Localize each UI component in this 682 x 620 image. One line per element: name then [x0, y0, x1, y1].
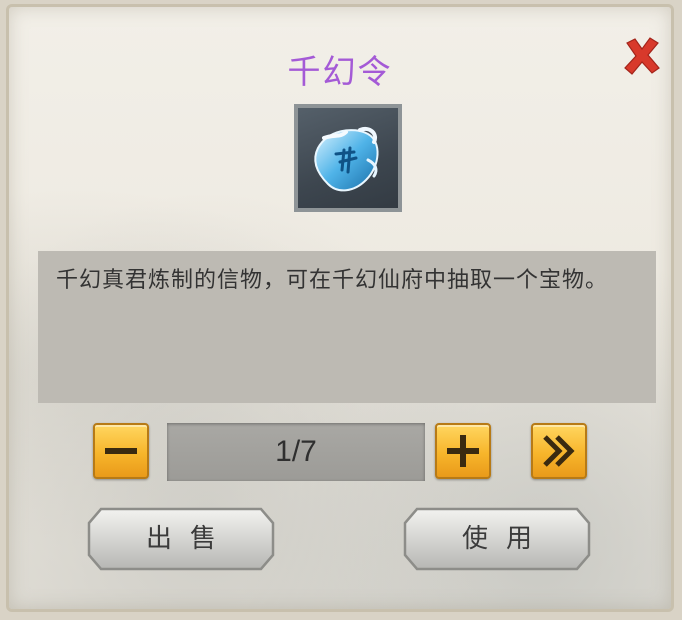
description-box: 千幻真君炼制的信物，可在千幻仙府中抽取一个宝物。: [38, 251, 656, 403]
plus-icon: [447, 435, 479, 467]
item-title: 千幻令: [287, 52, 393, 91]
increase-button[interactable]: [435, 423, 491, 479]
item-icon-frame: [294, 104, 402, 212]
use-button-label: 使用: [461, 524, 550, 554]
sell-button-label: 出售: [145, 524, 234, 554]
quantity-display: 1/7: [167, 423, 425, 481]
minus-icon: [105, 448, 137, 454]
use-button[interactable]: 使用: [403, 507, 591, 571]
double-chevron-right-icon: [543, 435, 575, 467]
close-button[interactable]: [621, 35, 663, 77]
decrease-button[interactable]: [93, 423, 149, 479]
item-detail-dialog: 千幻令 千幻真君炼制的信物，可在千幻仙府中抽取一个宝物。 1/7 出售 使用: [6, 4, 674, 612]
token-icon: [314, 127, 379, 192]
max-button[interactable]: [531, 423, 587, 479]
sell-button[interactable]: 出售: [87, 507, 275, 571]
item-description: 千幻真君炼制的信物，可在千幻仙府中抽取一个宝物。: [56, 268, 609, 293]
close-icon: [624, 37, 660, 75]
